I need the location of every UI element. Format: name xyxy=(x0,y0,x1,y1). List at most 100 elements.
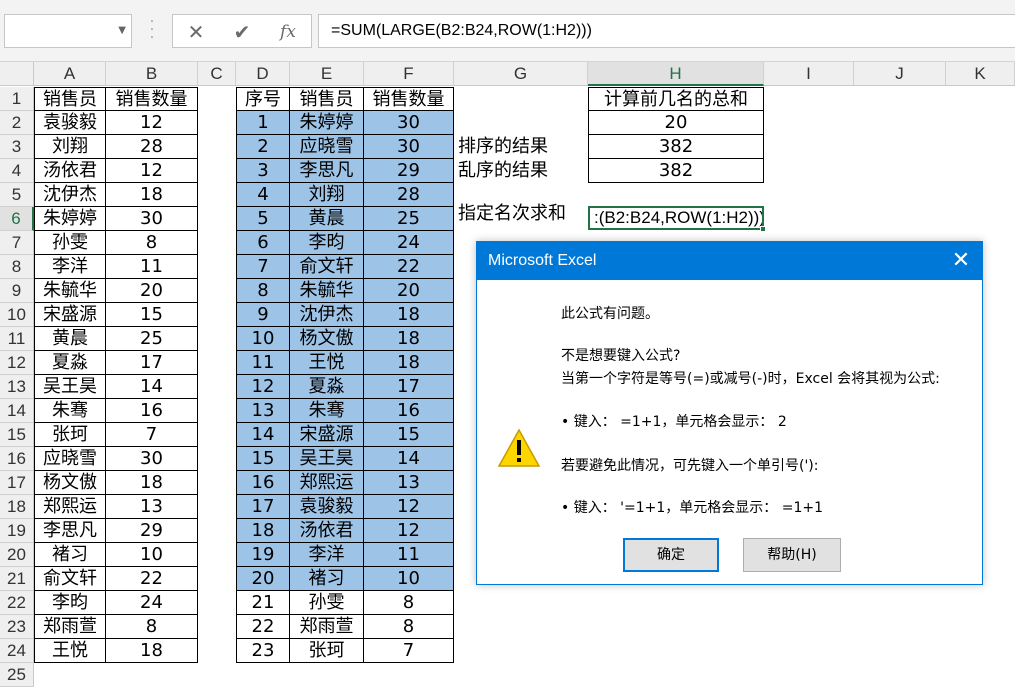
table-cell[interactable]: 12 xyxy=(106,111,198,135)
table-cell[interactable]: 王悦 xyxy=(290,351,364,375)
table-cell[interactable]: 宋盛源 xyxy=(34,303,106,327)
unsorted-result-label[interactable]: 乱序的结果 xyxy=(454,159,588,183)
name-box[interactable]: ▼ xyxy=(4,14,132,48)
row-header-12[interactable]: 12 xyxy=(0,351,34,375)
table-cell[interactable]: 张珂 xyxy=(34,423,106,447)
fill-handle[interactable] xyxy=(760,226,766,232)
table-cell[interactable]: 18 xyxy=(364,303,454,327)
table-cell[interactable]: 8 xyxy=(106,231,198,255)
table-cell[interactable]: 刘翔 xyxy=(34,135,106,159)
ok-button[interactable]: 确定 xyxy=(623,538,719,572)
row-header-10[interactable]: 10 xyxy=(0,303,34,327)
table-header[interactable]: 序号 xyxy=(236,87,290,111)
table-cell[interactable]: 28 xyxy=(364,183,454,207)
column-header-e[interactable]: E xyxy=(290,62,364,86)
table-cell[interactable]: 朱骞 xyxy=(290,399,364,423)
table-cell[interactable]: 14 xyxy=(364,447,454,471)
table-cell[interactable]: 12 xyxy=(364,519,454,543)
table-cell[interactable]: 30 xyxy=(106,207,198,231)
table-cell[interactable]: 2 xyxy=(236,135,290,159)
sorted-result-value[interactable]: 382 xyxy=(588,135,764,159)
table-cell[interactable]: 18 xyxy=(106,471,198,495)
table-cell[interactable]: 12 xyxy=(364,495,454,519)
row-header-13[interactable]: 13 xyxy=(0,375,34,399)
row-header-7[interactable]: 7 xyxy=(0,231,34,255)
table-header[interactable]: 销售员 xyxy=(290,87,364,111)
table-cell[interactable]: 李昀 xyxy=(290,231,364,255)
table-cell[interactable]: 郑熙运 xyxy=(34,495,106,519)
row-header-24[interactable]: 24 xyxy=(0,639,34,663)
table-cell[interactable]: 8 xyxy=(106,615,198,639)
table-cell[interactable]: 10 xyxy=(236,327,290,351)
table-cell[interactable]: 19 xyxy=(236,543,290,567)
column-header-b[interactable]: B xyxy=(106,62,198,86)
table-cell[interactable]: 24 xyxy=(106,591,198,615)
row-header-16[interactable]: 16 xyxy=(0,447,34,471)
sorted-result-label[interactable]: 排序的结果 xyxy=(454,135,588,159)
row-header-23[interactable]: 23 xyxy=(0,615,34,639)
table-cell[interactable]: 郑雨萱 xyxy=(34,615,106,639)
column-header-i[interactable]: I xyxy=(764,62,854,86)
table-cell[interactable]: 16 xyxy=(236,471,290,495)
table-cell[interactable]: 24 xyxy=(364,231,454,255)
table-cell[interactable]: 刘翔 xyxy=(290,183,364,207)
column-header-c[interactable]: C xyxy=(198,62,236,86)
row-header-9[interactable]: 9 xyxy=(0,279,34,303)
table-cell[interactable]: 22 xyxy=(364,255,454,279)
table-cell[interactable]: 30 xyxy=(106,447,198,471)
table-cell[interactable]: 夏淼 xyxy=(34,351,106,375)
table-cell[interactable]: 18 xyxy=(106,639,198,663)
table-cell[interactable]: 李昀 xyxy=(34,591,106,615)
table-cell[interactable]: 14 xyxy=(106,375,198,399)
table-cell[interactable]: 15 xyxy=(364,423,454,447)
calc-header[interactable]: 计算前几名的总和 xyxy=(588,87,764,111)
table-cell[interactable]: 李思凡 xyxy=(34,519,106,543)
column-header-a[interactable]: A xyxy=(34,62,106,86)
table-cell[interactable]: 袁骏毅 xyxy=(290,495,364,519)
column-header-j[interactable]: J xyxy=(854,62,946,86)
table-cell[interactable]: 17 xyxy=(106,351,198,375)
table-cell[interactable]: 13 xyxy=(236,399,290,423)
table-header[interactable]: 销售员 xyxy=(34,87,106,111)
table-cell[interactable]: 6 xyxy=(236,231,290,255)
column-header-g[interactable]: G xyxy=(454,62,588,86)
table-cell[interactable]: 16 xyxy=(106,399,198,423)
row-header-25[interactable]: 25 xyxy=(0,663,34,687)
table-cell[interactable]: 朱婷婷 xyxy=(34,207,106,231)
column-header-f[interactable]: F xyxy=(364,62,454,86)
row-header-14[interactable]: 14 xyxy=(0,399,34,423)
table-cell[interactable]: 4 xyxy=(236,183,290,207)
table-cell[interactable]: 11 xyxy=(236,351,290,375)
table-cell[interactable]: 25 xyxy=(106,327,198,351)
table-cell[interactable]: 20 xyxy=(364,279,454,303)
table-cell[interactable]: 29 xyxy=(364,159,454,183)
table-cell[interactable]: 13 xyxy=(106,495,198,519)
table-cell[interactable]: 王悦 xyxy=(34,639,106,663)
table-cell[interactable]: 朱骞 xyxy=(34,399,106,423)
row-header-15[interactable]: 15 xyxy=(0,423,34,447)
table-cell[interactable]: 郑熙运 xyxy=(290,471,364,495)
row-header-3[interactable]: 3 xyxy=(0,135,34,159)
table-cell[interactable]: 黄晨 xyxy=(290,207,364,231)
table-cell[interactable]: 俞文轩 xyxy=(34,567,106,591)
table-cell[interactable]: 17 xyxy=(236,495,290,519)
cancel-icon[interactable]: ✕ xyxy=(181,18,211,46)
table-cell[interactable]: 22 xyxy=(236,615,290,639)
row-header-20[interactable]: 20 xyxy=(0,543,34,567)
table-cell[interactable]: 袁骏毅 xyxy=(34,111,106,135)
table-cell[interactable]: 吴王昊 xyxy=(34,375,106,399)
table-cell[interactable]: 23 xyxy=(236,639,290,663)
row-header-18[interactable]: 18 xyxy=(0,495,34,519)
table-cell[interactable]: 10 xyxy=(106,543,198,567)
enter-icon[interactable]: ✔ xyxy=(227,18,257,46)
table-cell[interactable]: 10 xyxy=(364,567,454,591)
table-cell[interactable]: 25 xyxy=(364,207,454,231)
table-cell[interactable]: 18 xyxy=(236,519,290,543)
row-header-11[interactable]: 11 xyxy=(0,327,34,351)
table-cell[interactable]: 18 xyxy=(364,351,454,375)
row-header-4[interactable]: 4 xyxy=(0,159,34,183)
table-header[interactable]: 销售数量 xyxy=(364,87,454,111)
chevron-down-icon[interactable]: ▼ xyxy=(118,25,126,36)
table-cell[interactable]: 20 xyxy=(106,279,198,303)
table-cell[interactable]: 杨文傲 xyxy=(290,327,364,351)
